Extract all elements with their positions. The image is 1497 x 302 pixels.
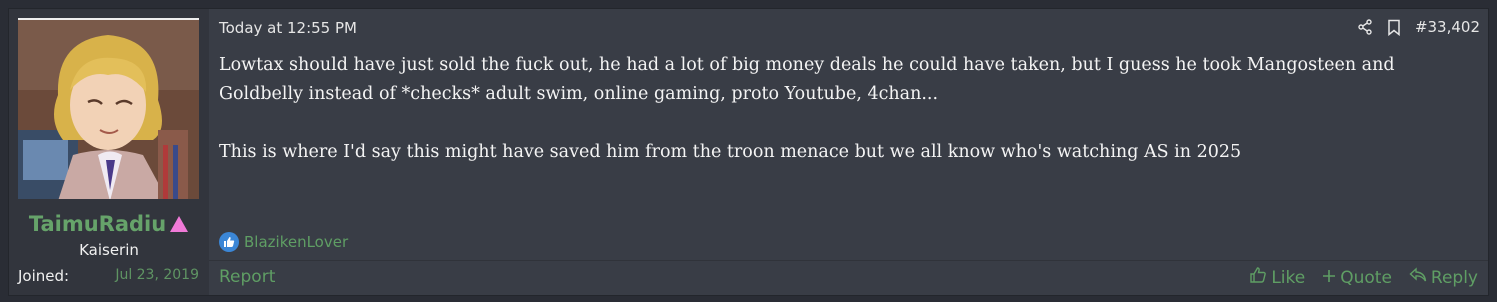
username[interactable]: TaimuRadiu (29, 212, 166, 236)
quote-label: Quote (1340, 267, 1392, 288)
message-paragraph: This is where I'd say this might have sa… (219, 142, 1242, 162)
reaction-user-link[interactable]: BlazikenLover (244, 233, 348, 251)
post-message: Lowtax should have just sold the fuck ou… (219, 51, 1448, 167)
thumbs-up-icon (219, 232, 239, 252)
post-date[interactable]: Today at 12:55 PM (219, 19, 357, 37)
like-label: Like (1271, 267, 1306, 288)
reply-icon (1409, 267, 1427, 288)
username-row: TaimuRadiu (9, 212, 209, 237)
post-container: TaimuRadiu Kaiserin Joined: Jul 23, 2019… (8, 8, 1489, 296)
post-footer: Report Like Quote Reply (209, 260, 1488, 295)
joined-date: Jul 23, 2019 (115, 267, 199, 283)
bookmark-icon[interactable] (1387, 19, 1401, 36)
reply-button[interactable]: Reply (1409, 266, 1478, 289)
user-info-panel: TaimuRadiu Kaiserin Joined: Jul 23, 2019 (9, 9, 209, 295)
like-icon (1249, 266, 1267, 289)
footer-actions: Like Quote Reply (1249, 266, 1478, 289)
post-number[interactable]: #33,402 (1415, 18, 1480, 36)
message-paragraph: Lowtax should have just sold the fuck ou… (219, 55, 1395, 104)
avatar[interactable] (18, 18, 199, 199)
reactions-bar: BlazikenLover (219, 232, 348, 252)
triangle-badge-icon (169, 215, 189, 237)
like-button[interactable]: Like (1249, 266, 1305, 289)
report-link[interactable]: Report (219, 267, 275, 287)
plus-icon (1322, 268, 1336, 288)
quote-button[interactable]: Quote (1322, 266, 1392, 289)
reply-label: Reply (1430, 267, 1478, 288)
user-title: Kaiserin (79, 241, 139, 259)
post-actions-top: #33,402 (1357, 18, 1480, 36)
joined-label: Joined: (18, 267, 70, 285)
post-main: Today at 12:55 PM #33,402 Lowtax should … (209, 9, 1488, 295)
share-icon[interactable] (1357, 19, 1373, 35)
